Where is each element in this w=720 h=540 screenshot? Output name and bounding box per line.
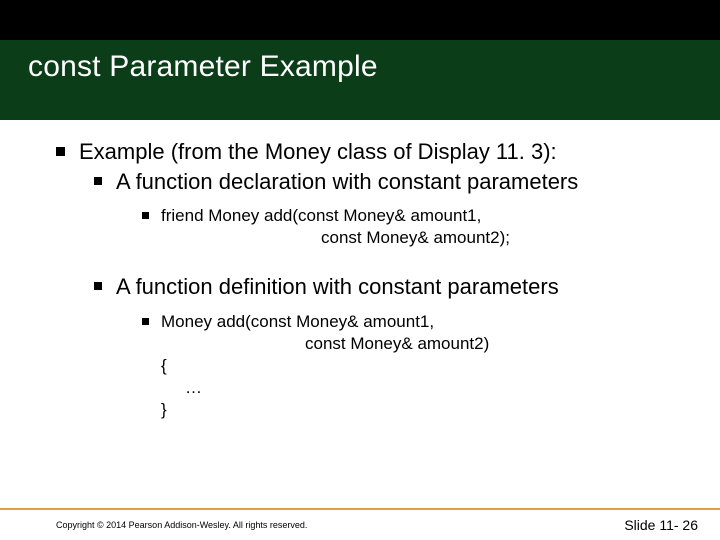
bullet-level-1: Example (from the Money class of Display…	[56, 138, 684, 166]
bullet-level-3: Money add(const Money& amount1, const Mo…	[142, 311, 684, 421]
code-line: …	[161, 377, 489, 399]
code-line: const Money& amount2);	[161, 227, 510, 249]
footer: Copyright © 2014 Pearson Addison-Wesley.…	[0, 508, 720, 540]
bullet-level-3: friend Money add(const Money& amount1, c…	[142, 205, 684, 249]
bullet-text: A function declaration with constant par…	[116, 168, 578, 196]
slide-body: Example (from the Money class of Display…	[0, 120, 720, 540]
bullet-text: A function definition with constant para…	[116, 273, 559, 301]
square-bullet-icon	[142, 318, 149, 325]
square-bullet-icon	[94, 282, 102, 290]
code-text: Money add(const Money& amount1, const Mo…	[161, 311, 489, 421]
code-line: const Money& amount2)	[161, 333, 489, 355]
code-text: friend Money add(const Money& amount1, c…	[161, 205, 510, 249]
title-band: const Parameter Example	[0, 0, 720, 120]
copyright-text: Copyright © 2014 Pearson Addison-Wesley.…	[56, 520, 307, 530]
slide: const Parameter Example Example (from th…	[0, 0, 720, 540]
code-line: Money add(const Money& amount1,	[161, 312, 434, 331]
code-line: friend Money add(const Money& amount1,	[161, 206, 481, 225]
slide-number: Slide 11- 26	[624, 517, 698, 533]
square-bullet-icon	[56, 147, 65, 156]
code-line: }	[161, 399, 489, 421]
slide-title: const Parameter Example	[28, 50, 378, 84]
bullet-text: Example (from the Money class of Display…	[79, 138, 557, 166]
bullet-level-2: A function declaration with constant par…	[94, 168, 684, 196]
square-bullet-icon	[94, 177, 102, 185]
bullet-level-2: A function definition with constant para…	[94, 273, 684, 301]
square-bullet-icon	[142, 212, 149, 219]
code-line: {	[161, 355, 489, 377]
